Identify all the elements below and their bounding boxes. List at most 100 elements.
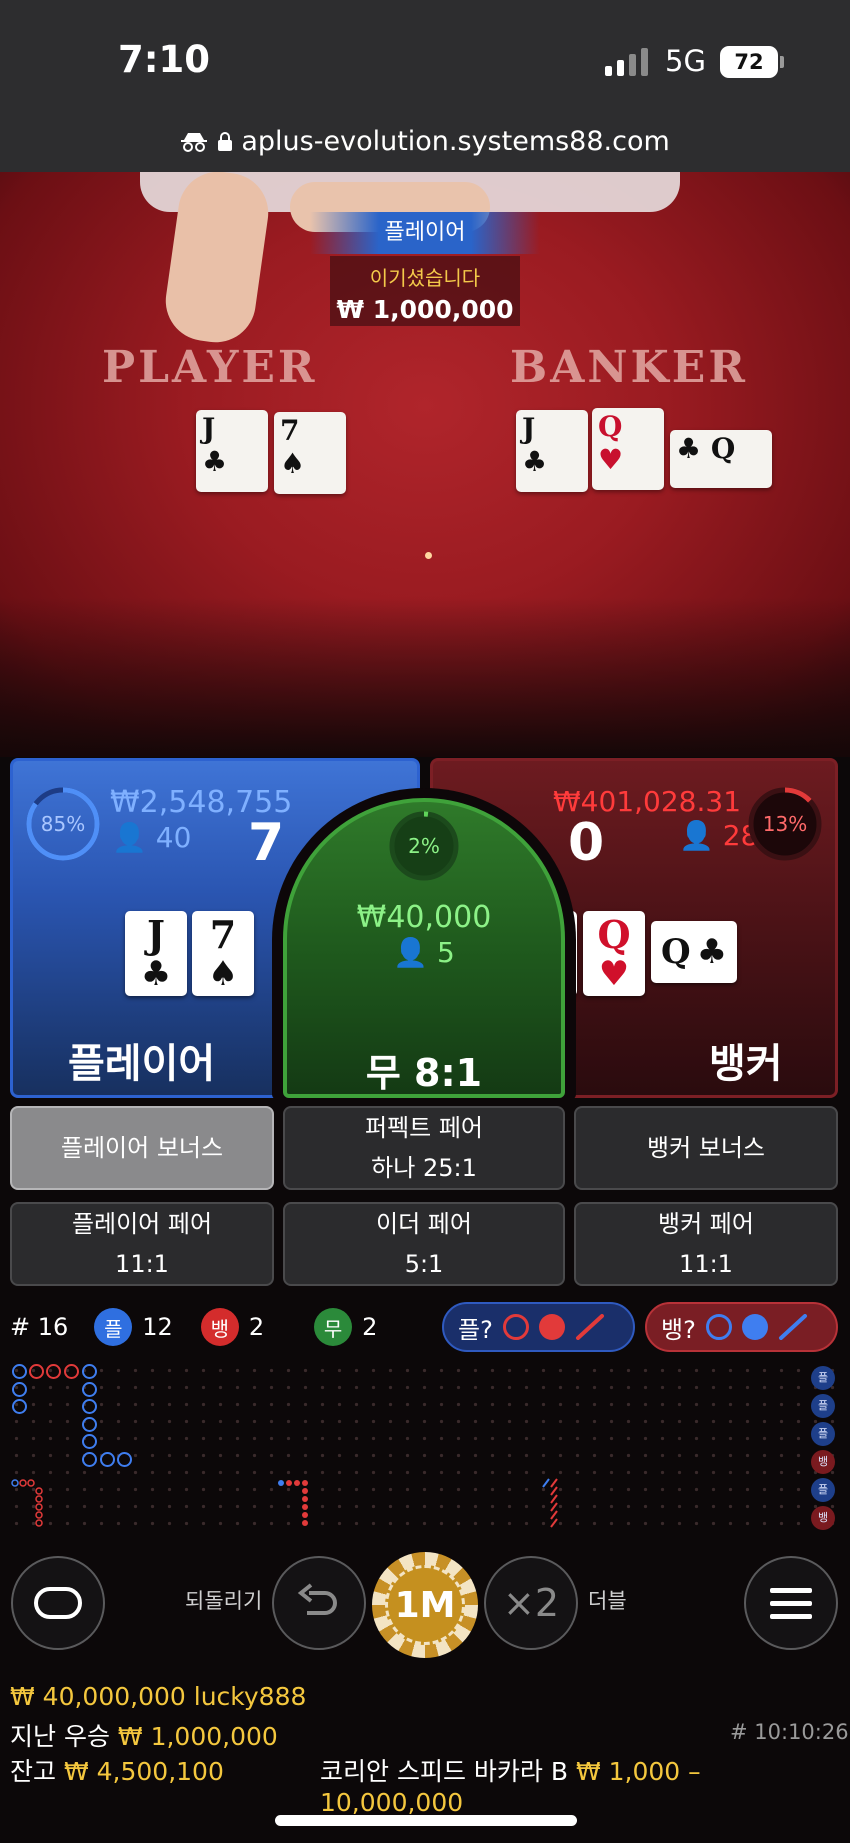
either-pair-label: 이더 페어 [376, 1210, 472, 1238]
player-win-count: 12 [142, 1313, 173, 1341]
banker-pair-button[interactable]: 뱅커 페어 11:1 [574, 1202, 838, 1286]
person-icon: 👤 [112, 821, 147, 854]
road-player-mark [82, 1434, 97, 1449]
banker-bonus-button[interactable]: 뱅커 보너스 [574, 1106, 838, 1190]
road-banker-mark [29, 1364, 44, 1379]
tie-bet-spot[interactable]: 2% ₩40,000 👤 5 무 8:1 [283, 798, 565, 1098]
road-banker-mark [64, 1364, 79, 1379]
road-side-label: 뱅 [811, 1506, 835, 1530]
either-pair-button[interactable]: 이더 페어 5:1 [283, 1202, 565, 1286]
banker-label: 뱅커 [709, 1041, 783, 1087]
road-player-mark [82, 1399, 97, 1414]
player-pair-odds: 11:1 [115, 1250, 169, 1278]
player-predict-button[interactable]: 플? [442, 1302, 635, 1352]
perfect-pair-label: 퍼펙트 페어 [364, 1114, 484, 1142]
card-suit: ♣ [202, 445, 228, 478]
undo-label: 되돌리기 [185, 1589, 263, 1613]
tie-bettors: 👤 5 [287, 936, 561, 969]
home-indicator[interactable] [275, 1815, 577, 1826]
cockroach-road [542, 1478, 558, 1528]
banker-win-badge: 뱅 [200, 1308, 239, 1346]
tie-bettor-count: 5 [436, 936, 455, 969]
table-card-side: ♣ Q [670, 430, 772, 488]
tie-percent: 2% [408, 834, 440, 858]
banker-predict-button[interactable]: 뱅? [645, 1302, 838, 1352]
card-rank: Q [710, 432, 736, 465]
player-bettors: 👤 40 [112, 821, 191, 854]
round-number: # 16 [10, 1313, 69, 1341]
undo-icon [297, 1583, 337, 1615]
banker-predict-label: 뱅? [661, 1315, 696, 1344]
lock-icon [217, 132, 232, 151]
card-suit: ♣ [522, 445, 548, 478]
felt-player-label: PLAYER [102, 342, 318, 393]
win-amount: ₩ 1,000,000 [336, 295, 514, 324]
big-eye-blue-icon [705, 1314, 732, 1340]
last-win-amount: ₩ 1,000,000 [117, 1722, 278, 1751]
player-label: 플레이어 [68, 1041, 216, 1087]
chip-selector[interactable]: 1M [372, 1552, 478, 1658]
clock: 7:10 [118, 38, 211, 81]
card-rank: Q [660, 932, 691, 972]
top-winner: ₩ 40,000,000 lucky888 [10, 1682, 307, 1711]
table-card: J ♣ [196, 410, 268, 492]
double-label: 더블 [588, 1589, 627, 1613]
cockroach-blue-icon [778, 1314, 807, 1340]
tie-label: 무 8:1 [365, 1051, 483, 1095]
card-rank: J [202, 412, 216, 445]
lobby-icon [34, 1587, 82, 1619]
road-player-mark [100, 1452, 115, 1467]
url-text: aplus-evolution.systems88.com [241, 126, 670, 157]
tie-count: 2 [362, 1313, 378, 1341]
undo-button[interactable] [272, 1556, 366, 1650]
banker-pair-odds: 11:1 [679, 1250, 733, 1278]
perfect-pair-button[interactable]: 퍼펙트 페어하나 25:1 [283, 1106, 565, 1190]
perfect-pair-odds: 하나 25:1 [371, 1154, 477, 1182]
card-rank: Q [598, 410, 623, 443]
table-card: J ♣ [516, 410, 588, 492]
table-card: Q ♥ [592, 408, 664, 490]
banker-win-count: 2 [248, 1313, 265, 1341]
small-road-blue-icon [741, 1314, 768, 1340]
banker-card-third: Q ♣ [651, 921, 737, 983]
player-score: 7 [248, 813, 285, 873]
round-stats: # 16 플 12 뱅 2 무 2 [10, 1305, 377, 1349]
live-video: 플레이어 이기셨습니다 ₩ 1,000,000 PLAYER BANKER J ♣… [0, 172, 850, 757]
player-bonus-button[interactable]: 플레이어 보너스 [10, 1106, 274, 1190]
lobby-button[interactable] [11, 1556, 105, 1650]
card-rank: J [147, 912, 165, 957]
big-eye-road [11, 1479, 43, 1527]
person-icon: 👤 [679, 819, 714, 852]
table-name: 코리안 스피드 바카라 B [320, 1757, 568, 1786]
url-bar[interactable]: aplus-evolution.systems88.com [0, 120, 850, 172]
player-pair-button[interactable]: 플레이어 페어 11:1 [10, 1202, 274, 1286]
road-side-label: 플 [811, 1478, 835, 1502]
banker-percent: 13% [762, 812, 808, 836]
banker-pair-label: 뱅커 페어 [658, 1210, 754, 1238]
status-bar: 7:10 5G 72 [0, 0, 850, 120]
double-button[interactable]: ×2 [484, 1556, 578, 1650]
url-row: aplus-evolution.systems88.com [0, 126, 850, 157]
app-root: 7:10 5G 72 aplus-evolution.systems88.com… [0, 0, 850, 1843]
card-suit: ♥ [598, 954, 630, 994]
small-road [278, 1480, 308, 1526]
round-time: # 10:10:26 [730, 1720, 849, 1744]
balance: 잔고 ₩ 4,500,100 [10, 1752, 224, 1788]
banker-score: 0 [568, 813, 605, 873]
menu-button[interactable] [744, 1556, 838, 1650]
banker-card: Q ♥ [583, 911, 645, 996]
player-win-badge: 플 [94, 1308, 133, 1346]
card-suit: ♣ [676, 432, 702, 465]
battery-nub [780, 56, 784, 68]
card-suit: ♣ [140, 954, 172, 994]
felt-banker-label: BANKER [510, 342, 748, 393]
road-side-label: 뱅 [811, 1450, 835, 1474]
person-icon: 👤 [393, 936, 429, 969]
big-eye-red-icon [502, 1314, 529, 1340]
balance-amount: ₩ 4,500,100 [63, 1757, 224, 1786]
chip-value: 1M [385, 1565, 465, 1645]
road-player-mark [12, 1364, 27, 1379]
road-player-mark [12, 1382, 27, 1397]
scoreboard-road[interactable] [8, 1362, 838, 1534]
road-player-mark [82, 1452, 97, 1467]
